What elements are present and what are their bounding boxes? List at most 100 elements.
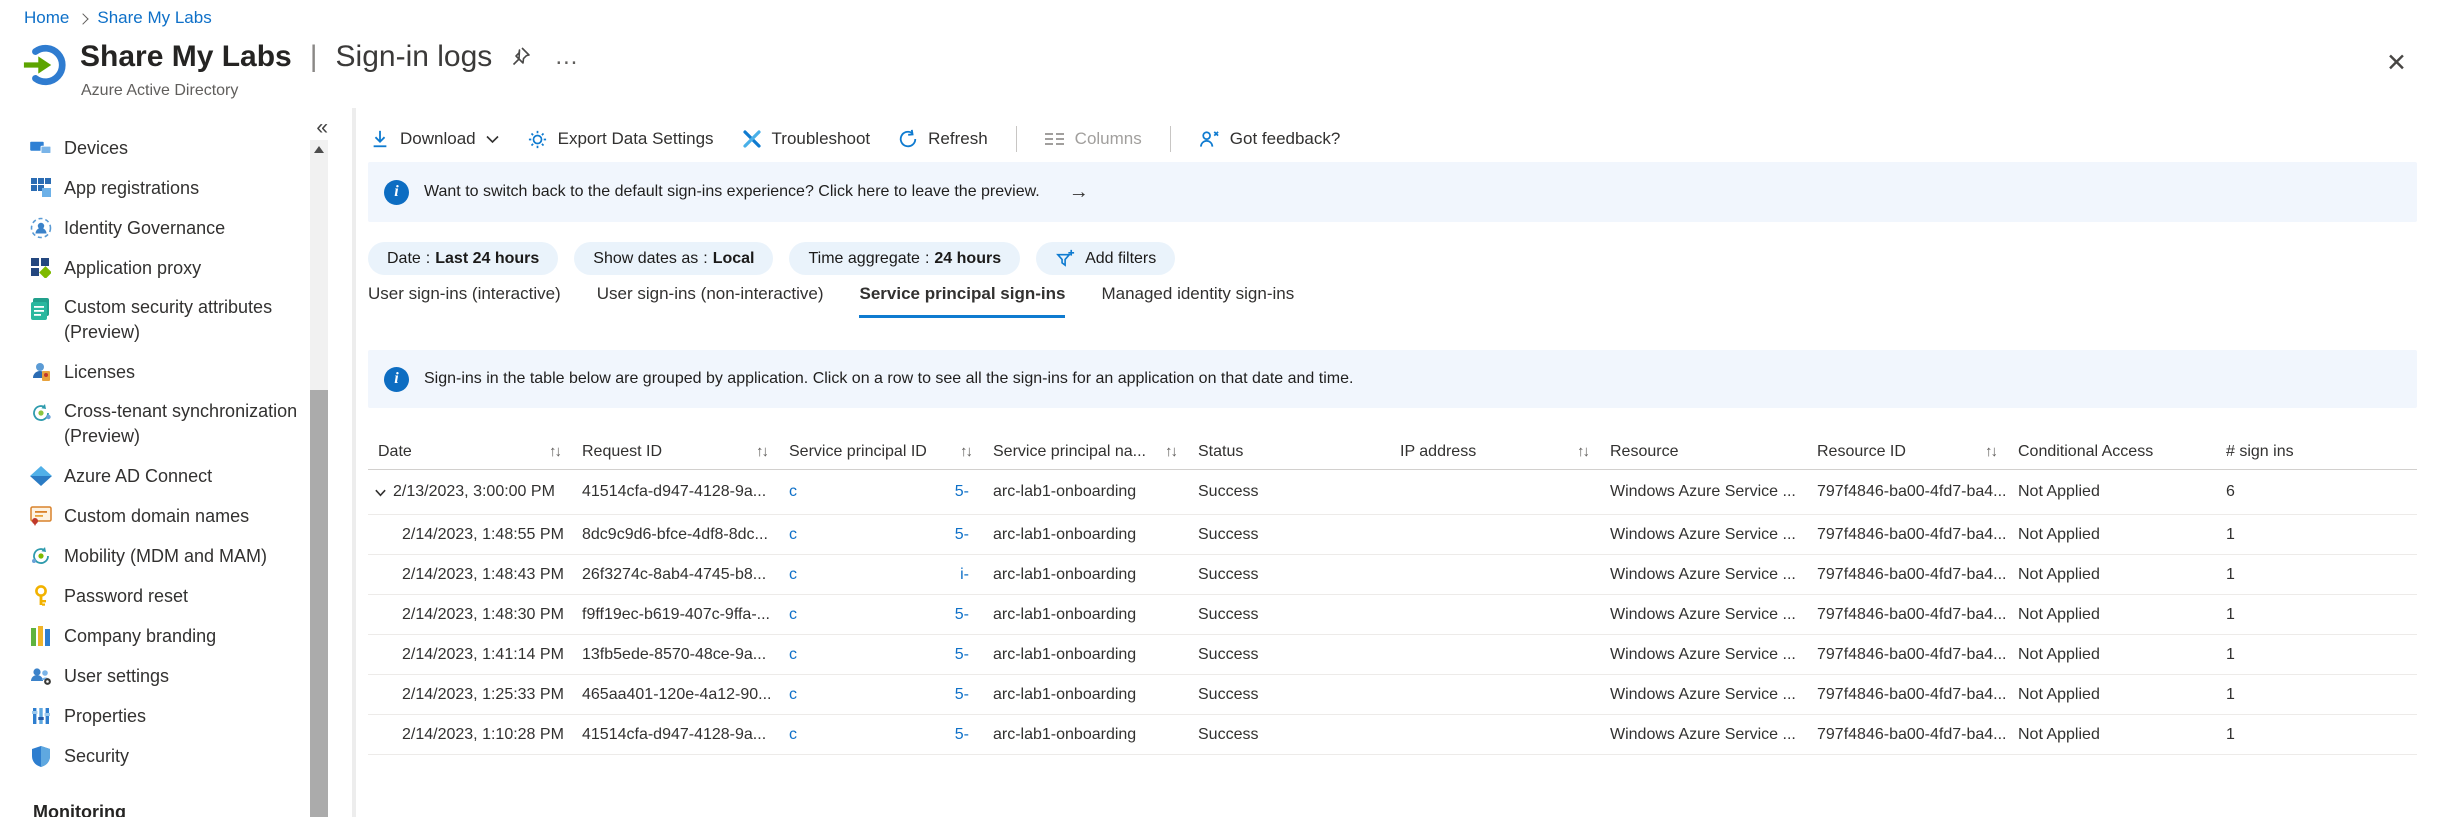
breadcrumb-home-link[interactable]: Home (24, 8, 69, 28)
page-title: Share My Labs (80, 40, 292, 74)
filter-pill-time-aggregate[interactable]: Time aggregate : 24 hours (789, 242, 1020, 275)
col-header-resource-id[interactable]: Resource ID↑↓ (1807, 443, 2008, 461)
service-principal-id-fragment[interactable]: 5- (955, 646, 969, 664)
troubleshoot-button[interactable]: Troubleshoot (742, 129, 871, 149)
sidebar-item-label: Custom domain names (64, 504, 249, 529)
sidebar-item-properties[interactable]: Properties (0, 696, 306, 736)
status-value: Success (1188, 726, 1390, 744)
sidebar-item-application-proxy[interactable]: Application proxy (0, 248, 306, 288)
service-principal-id-fragment[interactable]: 5- (955, 483, 969, 501)
scroll-up-arrow-icon[interactable] (314, 146, 324, 153)
add-filters-button[interactable]: Add filters (1036, 242, 1175, 275)
columns-icon (1045, 131, 1065, 147)
grouping-notice-text: Sign-ins in the table below are grouped … (424, 370, 1353, 388)
service-principal-id-link[interactable]: c (789, 483, 797, 501)
col-header-service-principal-id[interactable]: Service principal ID↑↓ (779, 443, 983, 461)
sidebar-item-mobility[interactable]: Mobility (MDM and MAM) (0, 536, 306, 576)
tab-managed-identity-signins[interactable]: Managed identity sign-ins (1101, 284, 1294, 318)
sidebar-item-identity-governance[interactable]: Identity Governance (0, 208, 306, 248)
title-separator: | (310, 40, 318, 74)
close-icon[interactable]: ✕ (2386, 48, 2407, 78)
col-header-status[interactable]: Status (1188, 443, 1390, 461)
table-row[interactable]: 2/14/2023, 1:48:43 PM 26f3274c-8ab4-4745… (368, 555, 2417, 595)
breadcrumb-current-link[interactable]: Share My Labs (97, 8, 211, 28)
col-header-request-id[interactable]: Request ID↑↓ (572, 443, 779, 461)
col-header-ip-address[interactable]: IP address↑↓ (1390, 443, 1600, 461)
sort-icon[interactable]: ↑↓ (748, 443, 767, 460)
table-row[interactable]: 2/14/2023, 1:25:33 PM 465aa401-120e-4a12… (368, 675, 2417, 715)
tab-service-principal-signins[interactable]: Service principal sign-ins (859, 284, 1065, 318)
table-row[interactable]: 2/14/2023, 1:41:14 PM 13fb5ede-8570-48ce… (368, 635, 2417, 675)
sort-icon[interactable]: ↑↓ (952, 443, 971, 460)
sidebar-item-company-branding[interactable]: Company branding (0, 616, 306, 656)
columns-button[interactable]: Columns (1045, 129, 1142, 149)
service-principal-id-link[interactable]: c (789, 646, 797, 664)
expand-chevron-icon[interactable] (374, 486, 387, 499)
status-value: Success (1188, 526, 1390, 544)
sidebar-item-security[interactable]: Security (0, 736, 306, 776)
password-reset-icon (30, 585, 52, 607)
service-principal-id-link[interactable]: c (789, 686, 797, 704)
sidebar-item-cross-tenant-synchronization[interactable]: Cross-tenant synchronization (Preview) (0, 392, 306, 456)
preview-notice-banner[interactable]: i Want to switch back to the default sig… (368, 162, 2417, 222)
download-icon (370, 129, 390, 149)
service-principal-id-fragment[interactable]: 5- (955, 686, 969, 704)
service-principal-id-fragment[interactable]: 5- (955, 726, 969, 744)
got-feedback-button[interactable]: Got feedback? (1199, 129, 1341, 149)
service-principal-id-link[interactable]: c (789, 606, 797, 624)
sidebar-scrollbar[interactable] (310, 140, 328, 817)
service-principal-id-fragment[interactable]: 5- (955, 526, 969, 544)
col-header-sign-in-count[interactable]: # sign ins (2216, 443, 2417, 461)
pin-icon[interactable] (508, 45, 532, 69)
sort-icon[interactable]: ↑↓ (1977, 443, 1996, 460)
sidebar-item-user-settings[interactable]: User settings (0, 656, 306, 696)
sidebar-item-password-reset[interactable]: Password reset (0, 576, 306, 616)
sort-icon[interactable]: ↑↓ (1569, 443, 1588, 460)
table-row[interactable]: 2/13/2023, 3:00:00 PM 41514cfa-d947-4128… (368, 470, 2417, 515)
filter-pill-date[interactable]: Date : Last 24 hours (368, 242, 558, 275)
security-shield-icon (30, 745, 52, 767)
company-branding-icon (30, 625, 52, 647)
info-icon: i (384, 367, 409, 392)
sidebar-item-azure-ad-connect[interactable]: Azure AD Connect (0, 456, 306, 496)
service-principal-id-link[interactable]: c (789, 726, 797, 744)
add-filter-icon (1055, 248, 1076, 269)
col-header-date[interactable]: Date↑↓ (368, 443, 572, 461)
sidebar-item-custom-security-attributes[interactable]: Custom security attributes (Preview) (0, 288, 306, 352)
azure-ad-connect-icon (30, 465, 52, 487)
table-row[interactable]: 2/14/2023, 1:10:28 PM 41514cfa-d947-4128… (368, 715, 2417, 755)
tab-user-signins-interactive[interactable]: User sign-ins (interactive) (368, 284, 561, 318)
filter-pill-show-dates-as[interactable]: Show dates as : Local (574, 242, 773, 275)
mobility-icon (30, 545, 52, 567)
service-principal-id-fragment[interactable]: 5- (955, 606, 969, 624)
col-header-resource[interactable]: Resource (1600, 443, 1807, 461)
sidebar-item-licenses[interactable]: Licenses (0, 352, 306, 392)
arrow-right-icon[interactable]: → (1069, 181, 1089, 204)
sort-icon[interactable]: ↑↓ (1157, 443, 1176, 460)
table-row[interactable]: 2/14/2023, 1:48:55 PM 8dc9c9d6-bfce-4df8… (368, 515, 2417, 555)
command-bar: Download Export Data Settings Troublesho… (370, 118, 1340, 160)
table-row[interactable]: 2/14/2023, 1:48:30 PM f9ff19ec-b619-407c… (368, 595, 2417, 635)
sort-icon[interactable]: ↑↓ (541, 443, 560, 460)
scrollbar-thumb[interactable] (310, 390, 328, 817)
service-principal-id-link[interactable]: c (789, 566, 797, 584)
azure-ad-signin-logo-icon (22, 42, 68, 88)
sidebar-item-custom-domain-names[interactable]: Custom domain names (0, 496, 306, 536)
col-header-conditional-access[interactable]: Conditional Access (2008, 443, 2216, 461)
sidebar-collapse-icon[interactable]: « (316, 116, 328, 140)
troubleshoot-icon (742, 129, 762, 149)
toolbar-divider (1016, 126, 1017, 152)
more-options-icon[interactable]: … (554, 43, 580, 71)
export-data-settings-button[interactable]: Export Data Settings (527, 129, 714, 150)
service-principal-id-fragment[interactable]: i- (960, 566, 969, 584)
sidebar-item-devices[interactable]: Devices (0, 128, 306, 168)
download-button[interactable]: Download (370, 129, 499, 149)
refresh-button[interactable]: Refresh (898, 129, 988, 149)
sidebar-item-app-registrations[interactable]: App registrations (0, 168, 306, 208)
tab-user-signins-non-interactive[interactable]: User sign-ins (non-interactive) (597, 284, 824, 318)
col-header-service-principal-name[interactable]: Service principal na...↑↓ (983, 443, 1188, 461)
service-principal-id-link[interactable]: c (789, 526, 797, 544)
status-value: Success (1188, 483, 1390, 501)
app-registrations-icon (30, 177, 52, 199)
preview-notice-text[interactable]: Want to switch back to the default sign-… (424, 183, 1040, 201)
